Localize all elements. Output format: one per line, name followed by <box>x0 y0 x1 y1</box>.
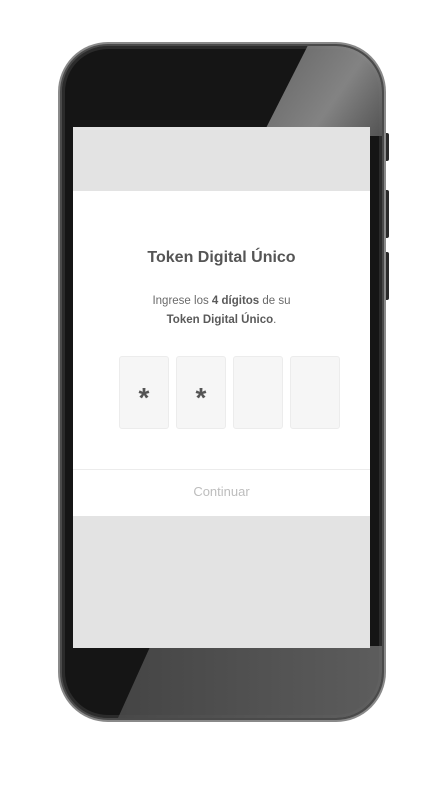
continue-button[interactable]: Continuar <box>73 484 370 499</box>
instructions-token-name: Token Digital Único <box>166 314 274 326</box>
phone-screen: Token Digital Único Ingrese los 4 dígito… <box>73 127 370 648</box>
phone-volume-down-button <box>384 252 389 300</box>
instructions-prefix: Ingrese los <box>152 295 212 307</box>
phone-glare <box>262 46 382 136</box>
instructions-suffix: . <box>273 314 277 326</box>
instructions-mid: de su <box>259 295 291 307</box>
dialog-divider <box>73 469 370 470</box>
instructions-digit-count: 4 dígitos <box>211 295 260 307</box>
dialog-title: Token Digital Único <box>147 249 296 266</box>
token-digit-4[interactable] <box>290 356 340 429</box>
token-digit-2[interactable]: * <box>176 356 226 429</box>
phone-glare-bottom <box>118 646 382 718</box>
dialog-instructions: Ingrese los 4 dígitos de su Token Digita… <box>73 292 370 330</box>
phone-side-button <box>384 133 389 161</box>
token-digit-1[interactable]: * <box>119 356 169 429</box>
token-input-group: * * <box>119 356 343 429</box>
token-dialog <box>73 191 370 516</box>
token-digit-3[interactable] <box>233 356 283 429</box>
phone-volume-up-button <box>384 190 389 238</box>
